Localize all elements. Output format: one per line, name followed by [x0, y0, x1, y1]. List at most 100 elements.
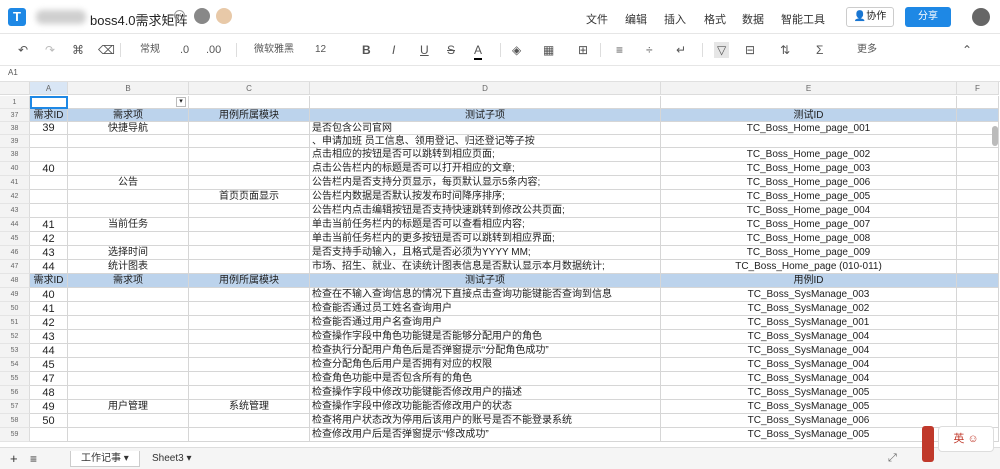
table-cell[interactable]: 39	[30, 122, 68, 135]
menu-data[interactable]: 数据	[742, 11, 764, 27]
table-cell[interactable]	[189, 96, 310, 109]
column-header-C[interactable]: C	[189, 82, 310, 95]
table-cell[interactable]: 当前任务	[68, 218, 189, 232]
menu-smart-tools[interactable]: 智能工具	[781, 11, 825, 27]
undo-icon[interactable]: ↶	[18, 42, 28, 58]
table-cell[interactable]	[189, 428, 310, 442]
column-header-D[interactable]: D	[310, 82, 661, 95]
table-cell[interactable]: TC_Boss_Home_page_006	[661, 176, 957, 190]
font-color-button[interactable]: A	[474, 42, 483, 60]
row-header[interactable]: 37	[0, 109, 30, 122]
table-cell[interactable]	[68, 96, 189, 109]
table-cell[interactable]: 检查执行分配用户角色后是否弹窗提示“分配角色成功”	[310, 344, 661, 358]
row-header[interactable]: 43	[0, 204, 30, 218]
row-header[interactable]: 52	[0, 330, 30, 344]
menu-edit[interactable]: 编辑	[625, 11, 647, 27]
table-cell[interactable]	[68, 414, 189, 428]
italic-button[interactable]: I	[392, 42, 395, 58]
table-cell[interactable]: 系统管理	[189, 400, 310, 414]
row-header[interactable]: 59	[0, 428, 30, 442]
table-cell[interactable]: TC_Boss_SysManage_005	[661, 386, 957, 400]
table-cell[interactable]	[189, 218, 310, 232]
table-cell[interactable]	[661, 96, 957, 109]
menu-format[interactable]: 格式	[704, 11, 726, 27]
row-header[interactable]: 58	[0, 414, 30, 428]
table-cell[interactable]: 检查将用户状态改为停用后该用户的账号是否不能登录系统	[310, 414, 661, 428]
table-cell[interactable]: TC_Boss_Home_page_002	[661, 148, 957, 162]
row-header[interactable]: 1	[0, 96, 30, 109]
table-cell[interactable]: TC_Boss_SysManage_005	[661, 400, 957, 414]
table-cell[interactable]: 选择时间	[68, 246, 189, 260]
row-header[interactable]: 54	[0, 358, 30, 372]
filter-icon[interactable]: ▽	[714, 42, 730, 58]
table-cell[interactable]	[30, 135, 68, 148]
sheet-tab-work-notes[interactable]: 工作记事 ▾	[70, 451, 140, 467]
table-cell[interactable]: TC_Boss_SysManage_006	[661, 414, 957, 428]
format-painter-icon[interactable]: ⌘	[72, 42, 84, 58]
collab-button[interactable]: 👤协作	[846, 7, 894, 27]
table-cell[interactable]	[68, 358, 189, 372]
table-cell[interactable]: 检查能否通过用户名查询用户	[310, 316, 661, 330]
table-cell[interactable]	[30, 176, 68, 190]
avatar[interactable]	[194, 8, 210, 24]
table-cell[interactable]: 单击当前任务栏内的标题是否可以查看相应内容;	[310, 218, 661, 232]
formula-icon[interactable]: Σ	[816, 42, 823, 58]
share-button[interactable]: 分享	[905, 7, 951, 27]
table-cell[interactable]: 统计图表	[68, 260, 189, 274]
table-cell[interactable]	[957, 148, 999, 162]
table-cell[interactable]	[189, 204, 310, 218]
table-cell[interactable]: 是否支持手动输入，且格式是否必须为YYYY MM;	[310, 246, 661, 260]
table-cell[interactable]: 点击相应的按钮是否可以跳转到相应页面;	[310, 148, 661, 162]
table-cell[interactable]	[661, 135, 957, 148]
table-cell[interactable]	[68, 288, 189, 302]
table-cell[interactable]: 检查操作字段中修改功能能否修改用户的状态	[310, 400, 661, 414]
table-cell[interactable]	[957, 302, 999, 316]
table-cell[interactable]	[189, 122, 310, 135]
row-header[interactable]: 38	[0, 122, 30, 135]
table-cell[interactable]	[957, 344, 999, 358]
table-cell[interactable]: 检查分配角色后用户是否拥有对应的权限	[310, 358, 661, 372]
table-cell[interactable]	[957, 109, 999, 122]
table-cell[interactable]: 需求ID	[30, 109, 68, 122]
row-header[interactable]: 50	[0, 302, 30, 316]
table-cell[interactable]	[68, 428, 189, 442]
table-cell[interactable]	[957, 316, 999, 330]
table-cell[interactable]: TC_Boss_Home_page_005	[661, 190, 957, 204]
table-cell[interactable]: 需求项	[68, 274, 189, 288]
row-header[interactable]: 44	[0, 218, 30, 232]
table-cell[interactable]: 市场、招生、就业、在读统计图表信息是否默认显示本月数据统计;	[310, 260, 661, 274]
table-cell[interactable]	[189, 358, 310, 372]
table-cell[interactable]: 公告栏内数据是否默认按发布时间降序排序;	[310, 190, 661, 204]
font-size-select[interactable]: 12	[315, 42, 326, 58]
table-cell[interactable]: 用例ID	[661, 274, 957, 288]
column-header-B[interactable]: B	[68, 82, 189, 95]
side-panel-icon[interactable]	[922, 426, 934, 462]
table-cell[interactable]	[957, 176, 999, 190]
font-family-select[interactable]: 微软雅黑	[254, 42, 294, 58]
table-cell[interactable]: 检查能否通过员工姓名查询用户	[310, 302, 661, 316]
table-cell[interactable]	[68, 162, 189, 176]
table-cell[interactable]: TC_Boss_SysManage_005	[661, 428, 957, 442]
table-cell[interactable]: 48	[30, 386, 68, 400]
table-cell[interactable]: 检查操作字段中角色功能键是否能够分配用户的角色	[310, 330, 661, 344]
table-cell[interactable]: 需求项	[68, 109, 189, 122]
row-header[interactable]: 42	[0, 190, 30, 204]
increase-decimal-button[interactable]: .00	[206, 42, 221, 58]
table-cell[interactable]	[30, 204, 68, 218]
row-header[interactable]: 47	[0, 260, 30, 274]
table-cell[interactable]	[957, 372, 999, 386]
table-cell[interactable]: 检查操作字段中修改功能键能否修改用户的描述	[310, 386, 661, 400]
row-header[interactable]: 57	[0, 400, 30, 414]
column-header-E[interactable]: E	[661, 82, 957, 95]
row-header[interactable]: 46	[0, 246, 30, 260]
table-cell[interactable]: 49	[30, 400, 68, 414]
table-cell[interactable]: 单击当前任务栏内的更多按钮是否可以跳转到相应界面;	[310, 232, 661, 246]
table-cell[interactable]: TC_Boss_Home_page (010-011)	[661, 260, 957, 274]
table-cell[interactable]	[957, 190, 999, 204]
table-cell[interactable]: TC_Boss_SysManage_004	[661, 358, 957, 372]
fill-color-icon[interactable]: ◈	[512, 42, 521, 58]
table-cell[interactable]	[68, 316, 189, 330]
table-cell[interactable]: TC_Boss_Home_page_007	[661, 218, 957, 232]
wrap-text-icon[interactable]: ↵	[676, 42, 686, 58]
table-cell[interactable]	[310, 96, 661, 109]
